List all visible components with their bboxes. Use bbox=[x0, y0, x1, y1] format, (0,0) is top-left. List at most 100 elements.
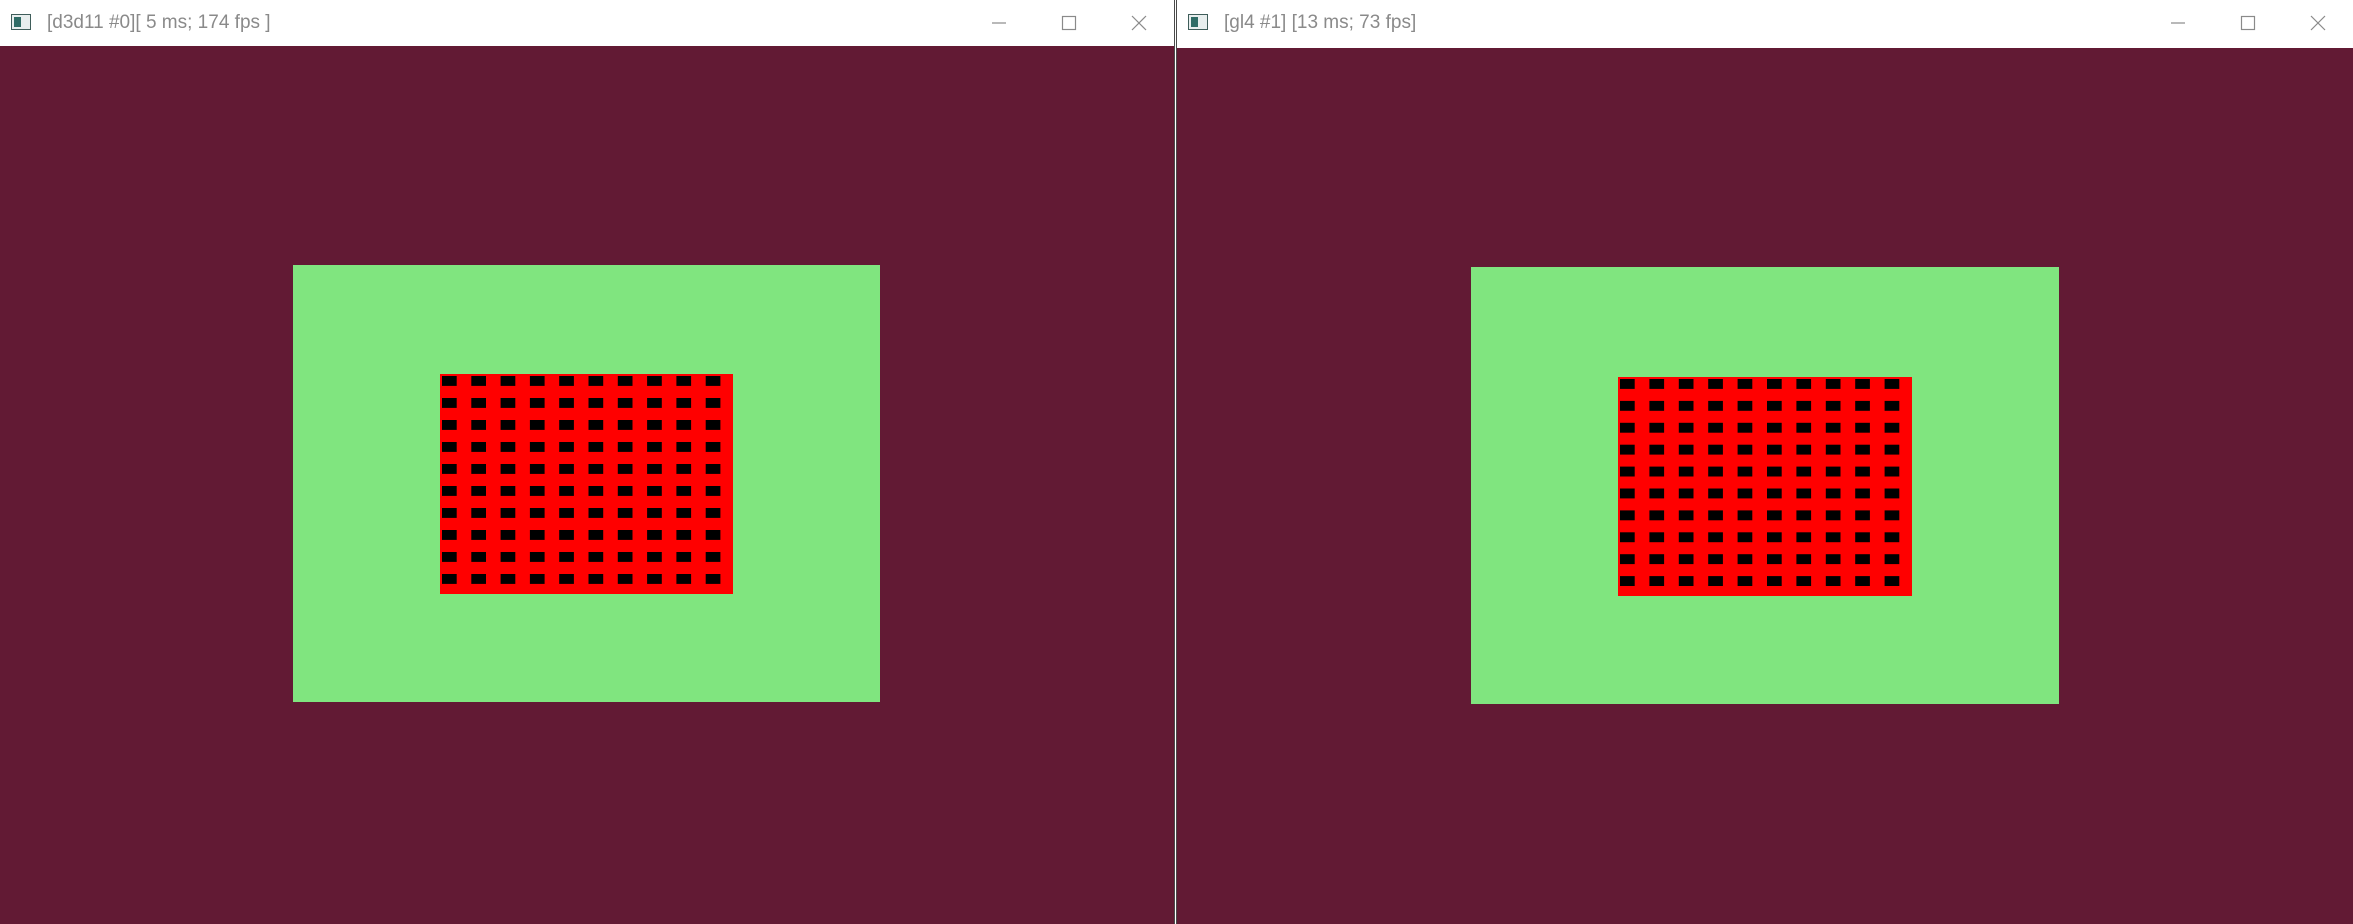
checker-cell bbox=[471, 552, 486, 562]
checker-cell bbox=[1884, 444, 1900, 455]
checker-cell bbox=[588, 486, 604, 496]
checker-cell bbox=[559, 508, 574, 518]
checker-cell bbox=[559, 552, 574, 562]
checker-cell bbox=[559, 464, 574, 474]
checker-cell bbox=[1620, 379, 1635, 389]
checker-cell bbox=[1855, 379, 1870, 389]
checker-cell bbox=[588, 442, 604, 452]
checker-cell bbox=[1884, 400, 1900, 411]
checker-cell bbox=[617, 420, 633, 430]
minimize-button[interactable] bbox=[964, 0, 1034, 45]
checker-cell bbox=[1649, 422, 1665, 433]
checker-cell bbox=[500, 530, 516, 540]
checker-cell bbox=[705, 376, 721, 386]
checker-cell bbox=[1855, 466, 1870, 477]
checker-cell bbox=[588, 376, 604, 386]
checker-cell bbox=[1855, 422, 1870, 433]
checker-cell bbox=[1855, 400, 1870, 411]
title-bar[interactable]: [d3d11 #0][ 5 ms; 174 fps ] bbox=[0, 0, 1174, 45]
checker-cell bbox=[676, 530, 692, 540]
checker-cell bbox=[1884, 488, 1900, 499]
checker-cell bbox=[1855, 532, 1870, 543]
checker-cell bbox=[529, 574, 545, 584]
checker-cell bbox=[500, 508, 516, 518]
gl4-window[interactable]: [gl4 #1] [13 ms; 73 fps] bbox=[1176, 0, 2353, 924]
app-icon bbox=[1188, 13, 1210, 32]
render-viewport[interactable] bbox=[1177, 48, 2353, 924]
close-button[interactable] bbox=[2283, 0, 2353, 45]
checker-cell bbox=[617, 574, 633, 584]
checker-cell bbox=[1620, 488, 1635, 499]
checker-cell bbox=[529, 530, 545, 540]
checker-cell bbox=[442, 420, 457, 430]
checker-cell bbox=[559, 420, 574, 430]
checker-cell bbox=[1855, 554, 1870, 565]
checker-cell bbox=[647, 508, 662, 518]
checker-cell bbox=[705, 442, 721, 452]
checker-cell bbox=[1708, 510, 1723, 521]
checker-cell bbox=[1737, 488, 1753, 499]
checker-cell bbox=[1649, 466, 1665, 477]
checker-cell bbox=[500, 464, 516, 474]
app-icon bbox=[11, 13, 33, 32]
checker-cell bbox=[647, 552, 662, 562]
title-bar[interactable]: [gl4 #1] [13 ms; 73 fps] bbox=[1177, 0, 2353, 45]
checker-cell bbox=[471, 376, 486, 386]
checker-cell bbox=[676, 398, 692, 408]
checker-cell bbox=[1678, 400, 1694, 411]
checker-cell bbox=[471, 464, 486, 474]
checker-cell bbox=[588, 552, 604, 562]
checker-cell bbox=[588, 508, 604, 518]
checker-cell bbox=[617, 552, 633, 562]
checker-cell bbox=[1737, 576, 1753, 586]
checker-cell bbox=[1737, 510, 1753, 521]
checker-cell bbox=[705, 530, 721, 540]
maximize-icon bbox=[1061, 15, 1077, 30]
checker-cell bbox=[1796, 379, 1812, 389]
checker-cell bbox=[647, 574, 662, 584]
checker-cell bbox=[1737, 379, 1753, 389]
checker-cell bbox=[442, 442, 457, 452]
checker-cell bbox=[1825, 510, 1841, 521]
close-icon bbox=[1131, 15, 1147, 30]
checker-cell bbox=[1884, 554, 1900, 565]
maximize-button[interactable] bbox=[1034, 0, 1104, 45]
checker-cell bbox=[1708, 400, 1723, 411]
checker-cell bbox=[676, 508, 692, 518]
checker-cell bbox=[617, 376, 633, 386]
checker-cell bbox=[1620, 466, 1635, 477]
window-title: [d3d11 #0][ 5 ms; 174 fps ] bbox=[47, 11, 271, 33]
checker-cell bbox=[617, 530, 633, 540]
checker-cell bbox=[1825, 400, 1841, 411]
checker-cell bbox=[1708, 532, 1723, 543]
checker-cell bbox=[471, 486, 486, 496]
checker-cell bbox=[559, 398, 574, 408]
checker-cell bbox=[1796, 466, 1812, 477]
checker-cell bbox=[442, 464, 457, 474]
checker-cell bbox=[500, 442, 516, 452]
checker-cell bbox=[1855, 510, 1870, 521]
checker-cell bbox=[676, 464, 692, 474]
checker-cell bbox=[1767, 422, 1782, 433]
checker-cell bbox=[647, 420, 662, 430]
checker-cell bbox=[1620, 510, 1635, 521]
checker-cell bbox=[500, 398, 516, 408]
checker-cell bbox=[529, 398, 545, 408]
checker-cell bbox=[471, 442, 486, 452]
checker-cell bbox=[1737, 444, 1753, 455]
minimize-button[interactable] bbox=[2143, 0, 2213, 45]
checker-cell bbox=[1678, 444, 1694, 455]
checker-cell bbox=[1737, 554, 1753, 565]
checker-cell bbox=[676, 420, 692, 430]
checker-cell bbox=[1825, 444, 1841, 455]
checker-cell bbox=[1708, 554, 1723, 565]
close-button[interactable] bbox=[1104, 0, 1174, 45]
checker-cell bbox=[1796, 510, 1812, 521]
render-viewport[interactable] bbox=[0, 46, 1174, 924]
checker-cell bbox=[1678, 576, 1694, 586]
maximize-button[interactable] bbox=[2213, 0, 2283, 45]
checker-cell bbox=[1678, 379, 1694, 389]
checker-cell bbox=[588, 398, 604, 408]
d3d11-window[interactable]: [d3d11 #0][ 5 ms; 174 fps ] bbox=[0, 0, 1175, 924]
checker-cell bbox=[617, 508, 633, 518]
